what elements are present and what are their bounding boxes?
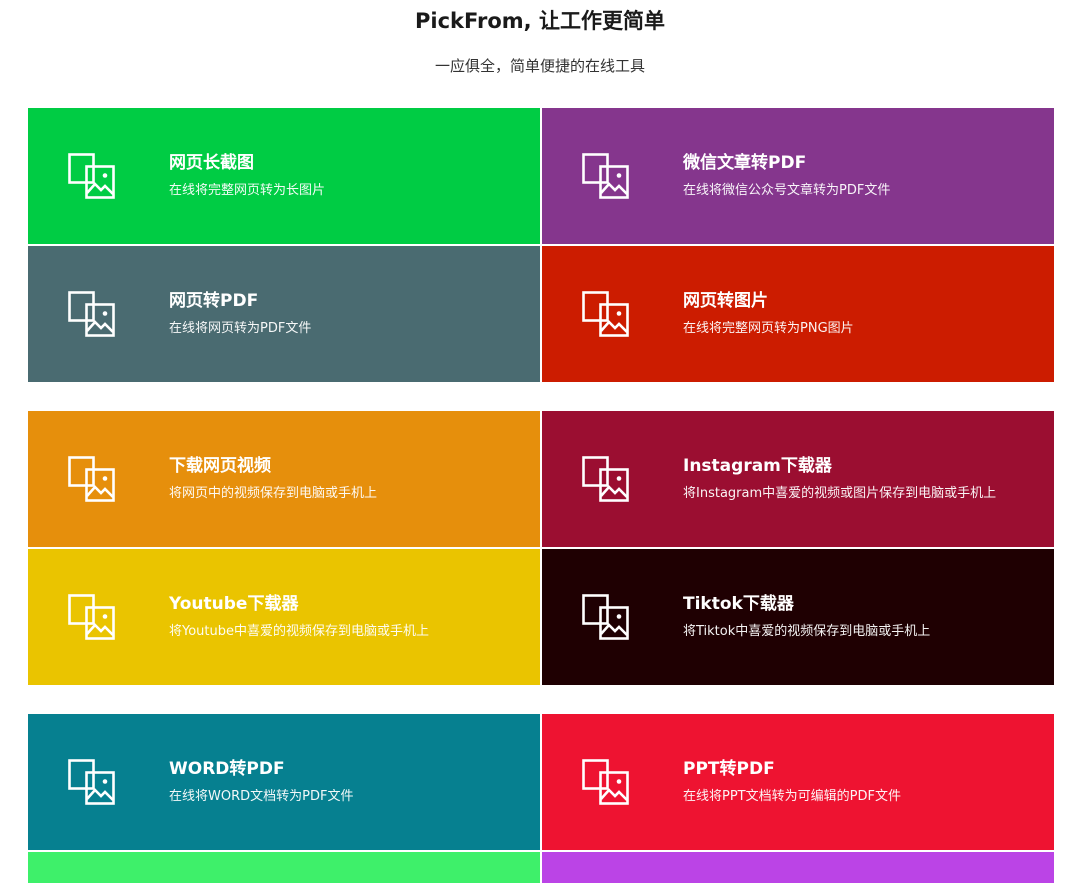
tool-card[interactable]: WORD转PDF 在线将WORD文档转为PDF文件 [28,714,540,850]
tool-card-description: 将Instagram中喜爱的视频或图片保存到电脑或手机上 [683,486,997,501]
image-files-icon [68,594,116,640]
image-files-icon [68,456,116,502]
page-subtitle: 一应俱全，简单便捷的在线工具 [434,57,645,75]
tool-card[interactable]: 网页长截图在线将完整网页转为长图片 [28,108,540,244]
tool-card[interactable]: 网页转图片在线将完整网页转为PNG图片 [542,246,1054,382]
tool-card-description: 在线将完整网页转为长图片 [169,183,326,198]
tool-card[interactable] [542,852,1054,883]
tool-card[interactable] [28,852,540,883]
tool-card-description: 在线将完整网页转为PNG图片 [683,321,854,336]
tool-card[interactable]: 下载网页视频将网页中的视频保存到电脑或手机上 [28,411,540,547]
tool-card-description: 在线将网页转为PDF文件 [169,321,312,336]
image-files-icon [582,594,630,640]
image-files-icon [68,759,116,805]
tool-section: WORD转PDF 在线将WORD文档转为PDF文件 PPT转PDF 在线将PPT文档转… [28,714,1054,883]
image-files-icon [582,153,630,199]
tool-card-title: 微信文章转PDF [683,153,807,173]
tool-card-title: PPT转PDF [683,759,775,779]
tool-card-description: 在线将微信公众号文章转为PDF文件 [683,183,891,198]
tool-card-description: 在线将WORD文档转为PDF文件 [169,789,354,804]
tool-section: 下载网页视频 将网页中的视频保存到电脑或手机上 Instagram下载器 将Insta… [28,411,1054,685]
tool-card-description: 在线将PPT文档转为可编辑的PDF文件 [683,789,901,804]
tool-card-description: 将Tiktok中喜爱的视频保存到电脑或手机上 [683,624,931,639]
image-files-icon [582,456,630,502]
tool-card[interactable]: Instagram下载器将Instagram中喜爱的视频或图片保存到电脑或手机上 [542,411,1054,547]
tool-card-title: 网页转PDF [169,291,259,311]
tool-card-title: Tiktok下载器 [683,594,794,614]
image-files-icon [68,153,116,199]
image-files-icon [68,291,116,337]
page-title: PickFrom, 让工作更简单 [415,9,665,33]
tool-card-title: 网页转图片 [683,291,768,311]
tool-card-title: 网页长截图 [169,153,254,173]
tool-card-title: WORD转PDF [169,759,285,779]
tool-section: 网页长截图在线将完整网页转为长图片 微信文章转PDF 在线将微信公众号文章转为PDF… [28,108,1054,382]
tool-card-title: Youtube下载器 [169,594,299,614]
tool-card[interactable]: 微信文章转PDF 在线将微信公众号文章转为PDF文件 [542,108,1054,244]
image-files-icon [582,291,630,337]
image-files-icon [582,759,630,805]
tool-card-description: 将Youtube中喜爱的视频保存到电脑或手机上 [169,624,429,639]
tool-card-title: Instagram下载器 [683,456,832,476]
tool-card-title: 下载网页视频 [169,456,271,476]
tool-card[interactable]: 网页转PDF 在线将网页转为PDF文件 [28,246,540,382]
tool-grid: 网页长截图在线将完整网页转为长图片 微信文章转PDF 在线将微信公众号文章转为PDF… [28,108,1054,883]
tool-card[interactable]: Youtube下载器将Youtube中喜爱的视频保存到电脑或手机上 [28,549,540,685]
tool-card-description: 将网页中的视频保存到电脑或手机上 [169,486,378,501]
tool-card[interactable]: Tiktok下载器将Tiktok中喜爱的视频保存到电脑或手机上 [542,549,1054,685]
tool-card[interactable]: PPT转PDF 在线将PPT文档转为可编辑的PDF文件 [542,714,1054,850]
